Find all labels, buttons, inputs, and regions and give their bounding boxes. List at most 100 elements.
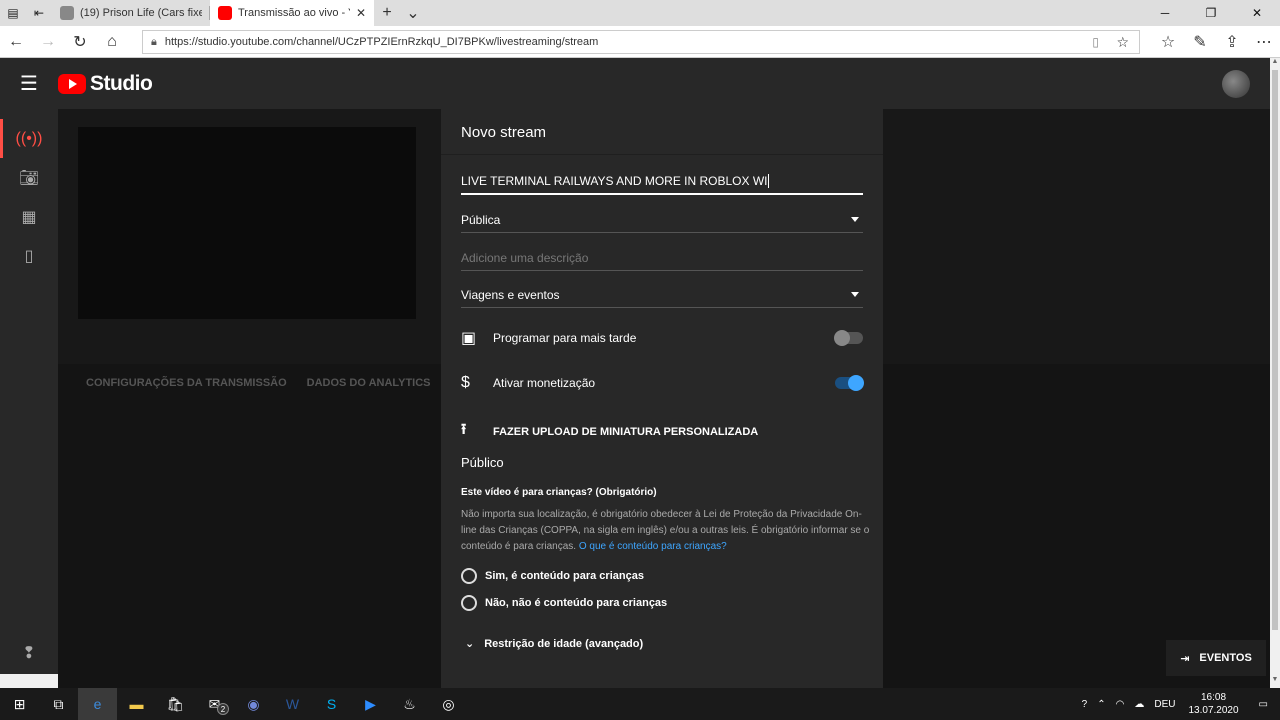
clock[interactable]: 16:08 13.07.2020 bbox=[1180, 691, 1246, 717]
notifications-icon[interactable]: ▭ bbox=[1247, 699, 1280, 710]
minimize-icon[interactable]: ─ bbox=[1142, 0, 1188, 26]
back-icon[interactable]: ← bbox=[0, 26, 32, 58]
zoom-icon[interactable]: ▶ bbox=[351, 688, 390, 720]
refresh-icon[interactable]: ↻ bbox=[64, 26, 96, 58]
upload-thumbnail-label: FAZER UPLOAD DE MINIATURA PERSONALIZADA bbox=[493, 425, 759, 438]
obs-icon[interactable]: ◎ bbox=[429, 688, 468, 720]
tab-actions-icon[interactable]: ▤ bbox=[0, 0, 26, 26]
schedule-toggle[interactable] bbox=[834, 330, 863, 346]
events-button[interactable]: ⇥ EVENTOS bbox=[1166, 640, 1266, 676]
set-aside-tabs-icon[interactable]: ⇤ bbox=[26, 0, 52, 26]
windows-start-icon[interactable]: ⊞ bbox=[0, 688, 39, 720]
radio-button[interactable] bbox=[461, 595, 477, 611]
favorite-star-icon[interactable]: ☆ bbox=[1116, 34, 1129, 51]
kids-content-link[interactable]: O que é conteúdo para crianças? bbox=[579, 541, 727, 552]
option-yes-label: Sim, é conteúdo para crianças bbox=[485, 570, 644, 582]
dollar-icon: $ bbox=[461, 374, 470, 391]
close-window-icon[interactable]: ✕ bbox=[1234, 0, 1280, 26]
close-tab-icon[interactable]: ✕ bbox=[356, 6, 366, 20]
upload-thumbnail-button[interactable]: ⭱ FAZER UPLOAD DE MINIATURA PERSONALIZAD… bbox=[461, 419, 758, 444]
youtube-favicon-icon bbox=[218, 6, 232, 20]
studio-logo[interactable]: Studio bbox=[58, 71, 153, 96]
new-tab-icon[interactable]: + bbox=[374, 0, 400, 26]
age-restriction-toggle[interactable]: ⌄ Restrição de idade (avançado) bbox=[465, 637, 643, 651]
mobile-icon: ▯ bbox=[24, 247, 34, 265]
studio-logo-text: Studio bbox=[90, 71, 153, 95]
stream-title-value: LIVE TERMINAL RAILWAYS AND MORE IN ROBLO… bbox=[461, 174, 768, 188]
text-cursor bbox=[767, 174, 769, 188]
word-icon[interactable]: W bbox=[273, 688, 312, 720]
favorites-hub-icon[interactable]: ☆ bbox=[1152, 26, 1184, 58]
scroll-down-icon[interactable]: ▼ bbox=[1270, 676, 1280, 688]
sidebar-item-manage[interactable]: ▦ bbox=[0, 197, 58, 236]
help-icon[interactable]: ? bbox=[1077, 699, 1093, 710]
chevron-down-icon: ⌄ bbox=[465, 638, 475, 650]
category-select[interactable]: Viagens e eventos bbox=[461, 282, 863, 308]
horizontal-scrollbar[interactable] bbox=[0, 674, 58, 688]
wifi-icon[interactable]: ◠ bbox=[1111, 699, 1130, 710]
toggle-knob bbox=[848, 375, 864, 391]
camera-icon: 📷︎ bbox=[18, 169, 40, 187]
tab-preview-chevron-icon[interactable]: ⌄ bbox=[400, 0, 426, 26]
more-icon[interactable]: ⋯ bbox=[1248, 26, 1280, 58]
store-icon[interactable]: 🛍︎ bbox=[156, 688, 195, 720]
task-view-icon[interactable]: ⧉ bbox=[39, 688, 78, 720]
url-text: https://studio.youtube.com/channel/UCzPT… bbox=[164, 36, 599, 48]
tab-analytics[interactable]: DADOS DO ANALYTICS bbox=[307, 377, 431, 389]
calendar-icon: ▣ bbox=[461, 330, 477, 347]
pen-icon[interactable]: ✎ bbox=[1184, 26, 1216, 58]
steam-icon[interactable]: ♨ bbox=[390, 688, 429, 720]
system-tray: ? ⌃ ◠ ☁ DEU 16:08 13.07.2020 ▭ bbox=[1077, 688, 1280, 720]
tab-stream-settings[interactable]: CONFIGURAÇÕES DA TRANSMISSÃO bbox=[86, 377, 287, 389]
tab-title: Transmissão ao vivo - Yo bbox=[238, 7, 350, 19]
menu-icon[interactable]: ☰ bbox=[0, 58, 58, 109]
file-explorer-icon[interactable]: ▬ bbox=[117, 688, 156, 720]
browser-tab-prison-life[interactable]: (19) Prison Life (Cars fixed!) bbox=[52, 0, 210, 26]
live-stream-icon: ((•)) bbox=[15, 129, 43, 147]
tray-chevron-up-icon[interactable]: ⌃ bbox=[1092, 699, 1110, 710]
audience-title: Público bbox=[461, 455, 504, 470]
onedrive-icon[interactable]: ☁ bbox=[1129, 699, 1149, 710]
monetization-toggle[interactable] bbox=[835, 375, 864, 391]
category-value: Viagens e eventos bbox=[461, 287, 560, 302]
page-scrollbar[interactable]: ▲ ▼ bbox=[1270, 58, 1280, 688]
description-input[interactable]: Adicione uma descrição bbox=[461, 245, 863, 271]
skype-icon[interactable]: S bbox=[312, 688, 351, 720]
discord-icon[interactable]: ◉ bbox=[234, 688, 273, 720]
visibility-select[interactable]: Pública bbox=[461, 207, 863, 233]
mail-icon[interactable]: ✉ 2 bbox=[195, 688, 234, 720]
sidebar-item-mobile[interactable]: ▯ bbox=[0, 236, 58, 275]
stream-title-input[interactable]: LIVE TERMINAL RAILWAYS AND MORE IN ROBLO… bbox=[461, 169, 863, 195]
home-icon[interactable]: ⌂ bbox=[96, 26, 128, 58]
reading-view-icon[interactable]: ▯ bbox=[1092, 35, 1099, 49]
visibility-value: Pública bbox=[461, 212, 501, 227]
sidebar-item-webcam[interactable]: 📷︎ bbox=[0, 158, 58, 197]
restore-icon[interactable]: ❐ bbox=[1188, 0, 1234, 26]
stream-preview bbox=[78, 127, 416, 319]
studio-header: ☰ Studio bbox=[0, 58, 1270, 109]
windows-taskbar: ⊞ ⧉ e ▬ 🛍︎ ✉ 2 ◉ W S ▶ ♨ ◎ ? ⌃ ◠ ☁ DEU 16… bbox=[0, 688, 1280, 720]
scroll-up-icon[interactable]: ▲ bbox=[1270, 58, 1280, 70]
youtube-logo-icon bbox=[58, 73, 86, 94]
option-no-label: Não, não é conteúdo para crianças bbox=[485, 597, 668, 609]
radio-yes-kids[interactable]: Sim, é conteúdo para crianças bbox=[461, 568, 644, 584]
browser-tab-youtube-studio[interactable]: Transmissão ao vivo - Yo ✕ bbox=[210, 0, 374, 26]
scrollbar-thumb[interactable] bbox=[1272, 70, 1278, 630]
avatar[interactable] bbox=[1222, 70, 1250, 98]
feedback-icon: ❢ bbox=[22, 644, 36, 662]
share-icon[interactable]: ⇪ bbox=[1216, 26, 1248, 58]
sidebar-item-feedback[interactable]: ❢ bbox=[0, 633, 58, 672]
forward-icon[interactable]: → bbox=[32, 26, 64, 58]
schedule-row: ▣ Programar para mais tarde bbox=[461, 326, 863, 350]
studio-sidebar: ((•)) 📷︎ ▦ ▯ ❢ bbox=[0, 109, 58, 688]
radio-button[interactable] bbox=[461, 568, 477, 584]
address-bar[interactable]: 🔒︎ https://studio.youtube.com/channel/UC… bbox=[142, 30, 1140, 54]
dialog-title: Novo stream bbox=[461, 124, 547, 141]
schedule-label: Programar para mais tarde bbox=[493, 331, 637, 345]
edge-browser-icon[interactable]: e bbox=[78, 688, 117, 720]
radio-not-kids[interactable]: Não, não é conteúdo para crianças bbox=[461, 595, 667, 611]
toggle-knob bbox=[834, 330, 850, 346]
exit-to-events-icon: ⇥ bbox=[1180, 652, 1190, 665]
sidebar-item-stream[interactable]: ((•)) bbox=[0, 119, 58, 158]
language-indicator[interactable]: DEU bbox=[1149, 699, 1180, 710]
